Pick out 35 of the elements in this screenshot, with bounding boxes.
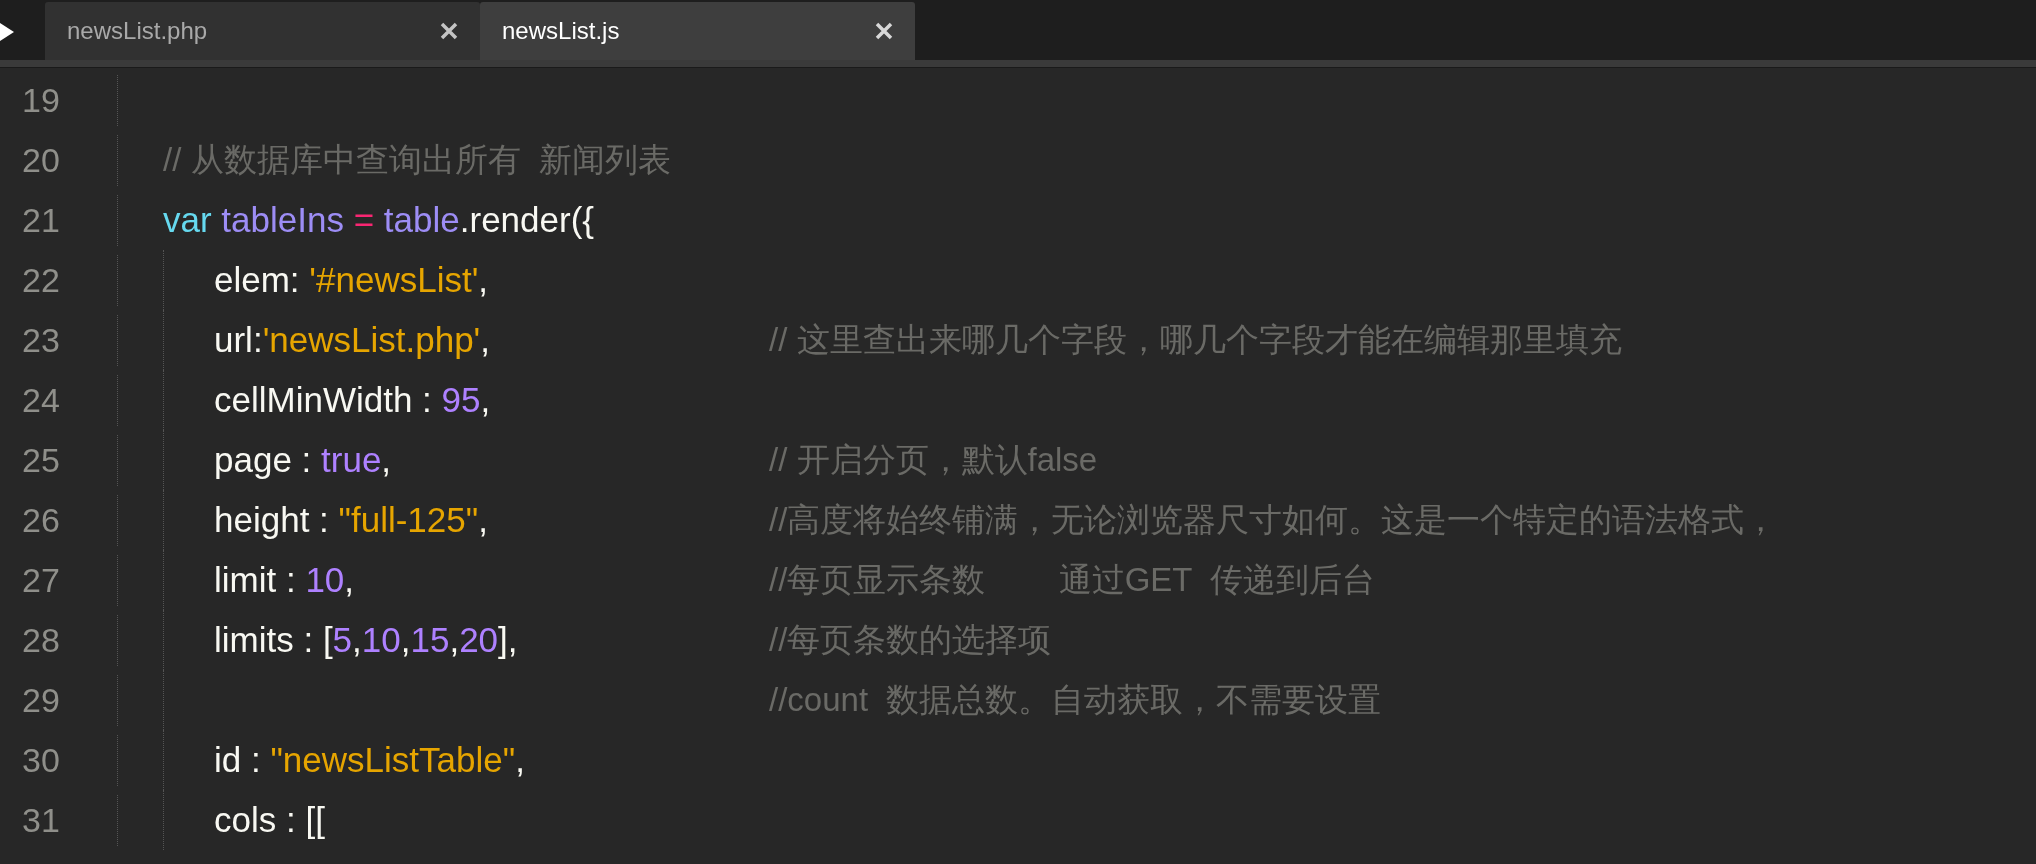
code-comment: // 开启分页，默认false bbox=[769, 440, 1098, 481]
editor-tab[interactable]: newsList.js bbox=[480, 2, 915, 60]
line-number: 23 bbox=[0, 314, 118, 366]
line-number: 30 bbox=[0, 734, 118, 786]
code-line: cols : [[ bbox=[214, 798, 325, 841]
code-line: limit : 10, bbox=[214, 558, 355, 601]
line-number: 22 bbox=[0, 254, 118, 306]
line-number: 24 bbox=[0, 374, 118, 426]
code-line: url:'newsList.php', bbox=[214, 318, 490, 361]
code-comment: // 这里查出来哪几个字段，哪几个字段才能在编辑那里填充 bbox=[769, 320, 1622, 361]
code-comment: //每页显示条数 通过GET 传递到后台 bbox=[769, 560, 1376, 601]
code-comment: //count 数据总数。自动获取，不需要设置 bbox=[769, 680, 1382, 721]
editor-tab[interactable]: newsList.php bbox=[45, 2, 480, 60]
line-number: 25 bbox=[0, 434, 118, 486]
line-number: 28 bbox=[0, 614, 118, 666]
play-arrow-icon[interactable] bbox=[0, 23, 14, 41]
line-number: 20 bbox=[0, 134, 118, 186]
line-number: 27 bbox=[0, 554, 118, 606]
code-comment: //高度将始终铺满，无论浏览器尺寸如何。这是一个特定的语法格式， bbox=[769, 500, 1778, 541]
line-number: 26 bbox=[0, 494, 118, 546]
line-number: 19 bbox=[0, 74, 118, 126]
code-comment: //每页条数的选择项 bbox=[769, 620, 1052, 661]
code-comment: // 从数据库中查询出所有 新闻列表 bbox=[163, 140, 671, 181]
code-line: height : "full-125", bbox=[214, 498, 488, 541]
code-line: limits : [5,10,15,20], bbox=[214, 618, 518, 661]
line-number: 29 bbox=[0, 674, 118, 726]
code-line: page : true, bbox=[214, 438, 392, 481]
close-icon[interactable] bbox=[875, 22, 893, 40]
code-line: id : "newsListTable", bbox=[214, 738, 525, 781]
line-number: 21 bbox=[0, 194, 118, 246]
line-number: 31 bbox=[0, 794, 118, 846]
code-line: elem: '#newsList', bbox=[214, 258, 489, 301]
close-icon[interactable] bbox=[440, 22, 458, 40]
code-line: var tableIns = table.render({ bbox=[163, 198, 594, 241]
code-line: cellMinWidth : 95, bbox=[214, 378, 491, 421]
